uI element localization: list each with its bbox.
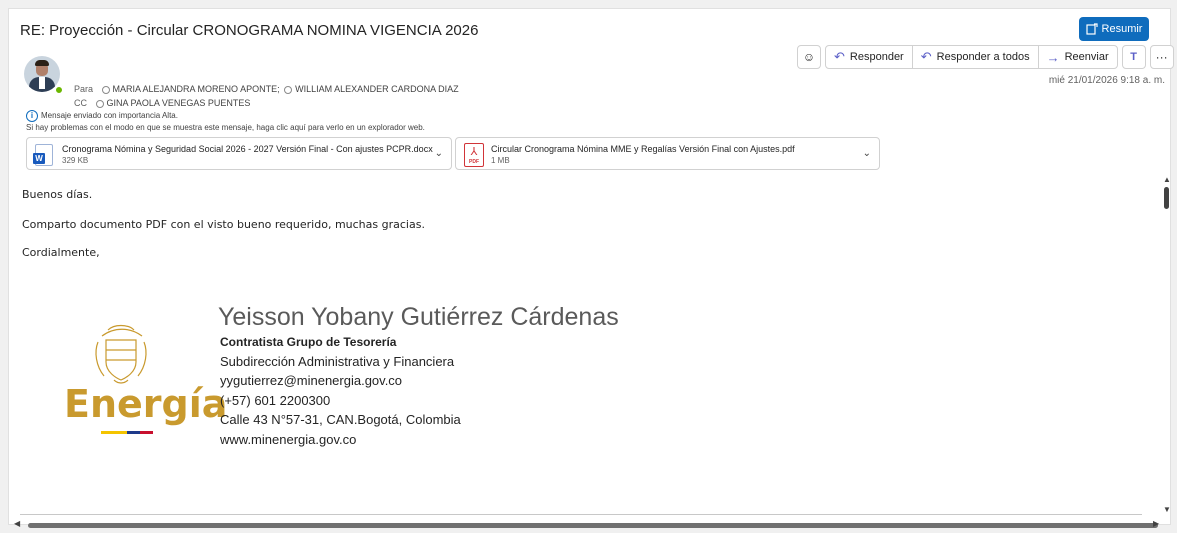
attachment-name: Cronograma Nómina y Seguridad Social 202… xyxy=(62,144,433,154)
signature-name: Yeisson Yobany Gutiérrez Cárdenas xyxy=(218,303,619,331)
presence-unknown-icon xyxy=(101,85,110,94)
horizontal-scrollbar[interactable]: ◀ ▶ xyxy=(12,519,1162,531)
teams-icon: T xyxy=(1130,51,1137,63)
horizontal-scroll-thumb[interactable] xyxy=(28,523,1158,528)
logo-text: Energía xyxy=(64,382,228,426)
signature-email[interactable]: yygutierrez@minenergia.gov.co xyxy=(220,373,402,388)
body-greeting: Buenos días. xyxy=(22,188,93,201)
scroll-left-icon[interactable]: ◀ xyxy=(14,519,20,528)
body-closing: Cordialmente, xyxy=(22,246,100,259)
reply-all-button[interactable]: ↶ Responder a todos xyxy=(913,46,1039,68)
recipient-cc-1[interactable]: GINA PAOLA VENEGAS PUENTES xyxy=(107,98,251,108)
more-icon: ··· xyxy=(1155,50,1168,64)
info-icon: i xyxy=(26,110,38,122)
signature-role: Contratista Grupo de Tesorería xyxy=(220,335,397,349)
attachment-size: 1 MB xyxy=(491,156,510,165)
more-actions-button[interactable]: ··· xyxy=(1149,45,1174,69)
ministry-logo: Energía xyxy=(62,322,227,437)
message-actions: ☺ ↶ Responder ↶ Responder a todos → Reenvia… xyxy=(797,45,1174,69)
signature-department: Subdirección Administrativa y Financiera xyxy=(220,354,455,369)
summarize-button[interactable]: Resumir xyxy=(1079,17,1149,41)
chevron-down-icon[interactable]: ⌄ xyxy=(435,148,443,159)
reply-all-label: Responder a todos xyxy=(936,51,1030,63)
attachment-pdf[interactable]: ⅄ PDF Circular Cronograma Nómina MME y Re… xyxy=(455,137,880,170)
vertical-scroll-thumb[interactable] xyxy=(1164,187,1169,209)
divider xyxy=(20,514,1142,515)
message-date: mié 21/01/2026 9:18 a. m. xyxy=(1048,75,1165,86)
presence-available-icon xyxy=(54,85,64,95)
reply-label: Responder xyxy=(849,51,904,63)
pdf-document-icon: ⅄ PDF xyxy=(464,143,484,167)
importance-notice[interactable]: i Mensaje enviado con importancia Alta. S… xyxy=(26,110,425,133)
summarize-label: Resumir xyxy=(1101,23,1143,35)
cc-label: CC xyxy=(74,98,87,108)
scroll-down-icon[interactable]: ▼ xyxy=(1163,505,1171,514)
attachment-name: Circular Cronograma Nómina MME y Regalía… xyxy=(491,144,795,154)
body-message: Comparto documento PDF con el visto buen… xyxy=(22,218,425,231)
vertical-scrollbar[interactable]: ▲ ▼ xyxy=(1161,175,1173,515)
chevron-down-icon[interactable]: ⌄ xyxy=(863,148,871,159)
forward-button[interactable]: → Reenviar xyxy=(1039,46,1117,68)
view-in-browser-text[interactable]: Si hay problemas con el modo en que se m… xyxy=(26,123,425,132)
emoji-reaction-button[interactable]: ☺ xyxy=(797,45,821,69)
scroll-right-icon[interactable]: ▶ xyxy=(1153,519,1159,528)
importance-text: Mensaje enviado con importancia Alta. xyxy=(41,111,178,120)
reply-all-icon: ↶ xyxy=(920,49,932,64)
flag-stripe xyxy=(101,431,153,434)
signature-website[interactable]: www.minenergia.gov.co xyxy=(220,432,356,447)
summary-icon xyxy=(1085,23,1098,35)
teams-button[interactable]: T xyxy=(1121,45,1146,69)
to-label: Para xyxy=(74,84,94,94)
signature-phone: (+57) 601 2200300 xyxy=(220,393,331,408)
forward-arrow-icon: → xyxy=(1046,49,1060,65)
reply-actions-group: ↶ Responder ↶ Responder a todos → Reenviar xyxy=(825,45,1118,69)
recipient-to-2[interactable]: WILLIAM ALEXANDER CARDONA DIAZ xyxy=(295,84,459,94)
word-document-icon: W xyxy=(33,144,53,166)
presence-unknown-icon xyxy=(95,99,104,108)
attachment-size: 329 KB xyxy=(62,156,89,165)
recipients: Para MARIA ALEJANDRA MORENO APONTE; WILL… xyxy=(74,82,459,110)
attachment-docx[interactable]: W Cronograma Nómina y Seguridad Social 2… xyxy=(26,137,452,170)
forward-label: Reenviar xyxy=(1064,51,1109,63)
smiley-icon: ☺ xyxy=(802,50,816,64)
scroll-up-icon[interactable]: ▲ xyxy=(1163,175,1171,184)
reply-arrow-icon: ↶ xyxy=(834,49,845,64)
recipient-to-1[interactable]: MARIA ALEJANDRA MORENO APONTE; xyxy=(113,84,280,94)
presence-unknown-icon xyxy=(284,85,293,94)
reply-button[interactable]: ↶ Responder xyxy=(826,46,913,68)
signature-address: Calle 43 N°57-31, CAN.Bogotá, Colombia xyxy=(220,412,461,427)
message-subject: RE: Proyección - Circular CRONOGRAMA NOM… xyxy=(20,22,479,39)
